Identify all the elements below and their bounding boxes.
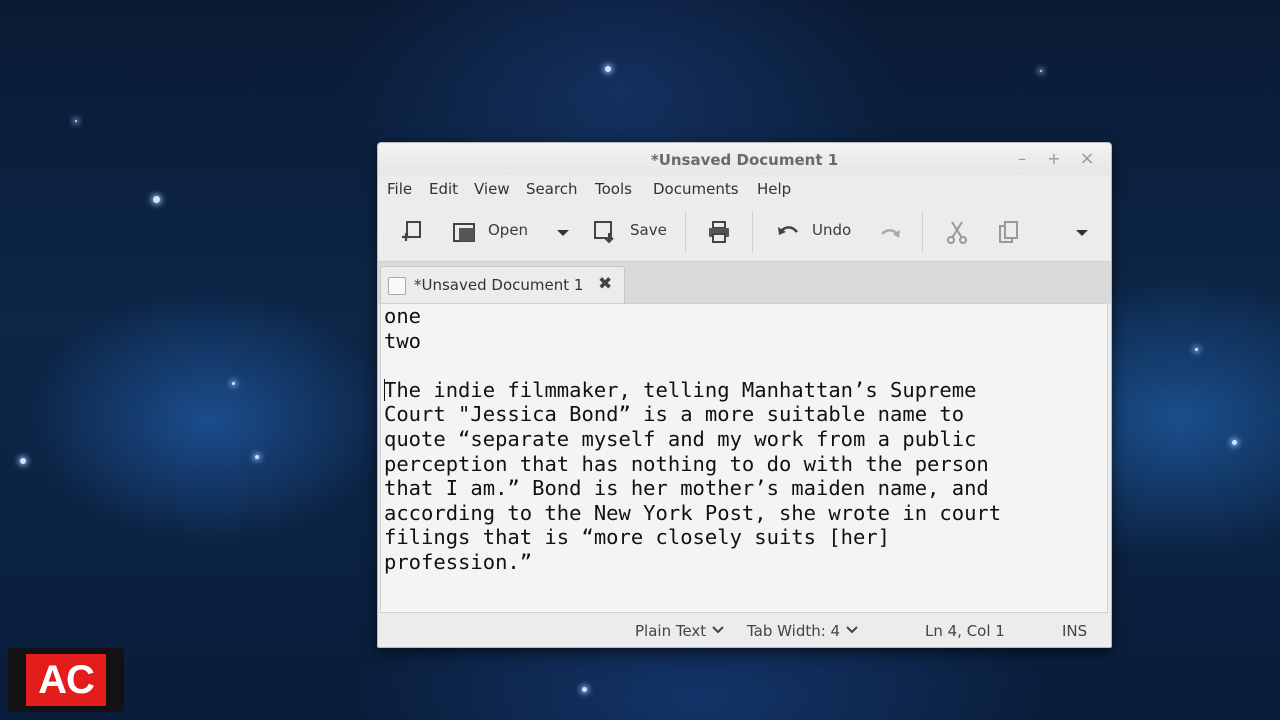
- text-editor-area[interactable]: one two The indie filmmaker, telling Man…: [380, 303, 1108, 613]
- editor-line: that I am.” Bond is her mother’s maiden …: [384, 476, 989, 501]
- menu-view[interactable]: View: [474, 180, 510, 198]
- editor-line-text: The indie filmmaker, telling Manhattan’s…: [384, 377, 977, 402]
- menu-tools[interactable]: Tools: [595, 180, 632, 198]
- editor-line: perception that has nothing to do with t…: [384, 451, 989, 476]
- chevron-down-icon: [846, 626, 858, 634]
- menu-file[interactable]: File: [387, 180, 412, 198]
- window-title: *Unsaved Document 1: [650, 151, 839, 169]
- editor-line: according to the New York Post, she wrot…: [384, 500, 1002, 525]
- chevron-down-icon[interactable]: [1069, 219, 1095, 245]
- toolbar: Open Save Undo: [378, 205, 1111, 259]
- star: [1232, 440, 1237, 445]
- editor-line: two: [384, 328, 422, 353]
- copy-icon[interactable]: [996, 219, 1022, 245]
- menu-search[interactable]: Search: [526, 180, 578, 198]
- title-bar[interactable]: *Unsaved Document 1 – + ×: [378, 143, 1111, 175]
- new-document-icon[interactable]: [399, 219, 425, 245]
- open-recent-dropdown-icon[interactable]: [550, 219, 576, 245]
- editor-line: one: [384, 304, 422, 328]
- text-editor-window: *Unsaved Document 1 – + × File Edit View…: [377, 142, 1112, 648]
- star: [582, 687, 587, 692]
- editor-line: quote “separate myself and my work from …: [384, 426, 977, 451]
- document-tab-strip: *Unsaved Document 1 ✖: [378, 261, 1111, 305]
- document-icon: [388, 277, 406, 295]
- star: [605, 66, 611, 72]
- open-folder-icon[interactable]: [451, 219, 477, 245]
- editor-line: filings that is “more closely suits [her…: [384, 525, 891, 550]
- menu-help[interactable]: Help: [757, 180, 791, 198]
- save-button[interactable]: Save: [630, 221, 667, 239]
- editor-line: Court "Jessica Bond” is a more suitable …: [384, 402, 965, 427]
- printer-icon[interactable]: [706, 219, 732, 245]
- menu-documents[interactable]: Documents: [653, 180, 739, 198]
- star: [75, 120, 77, 122]
- minimize-button[interactable]: –: [1012, 149, 1032, 169]
- menu-edit[interactable]: Edit: [429, 180, 458, 198]
- star: [232, 382, 235, 385]
- star: [255, 455, 259, 459]
- scissors-icon[interactable]: [944, 219, 970, 245]
- undo-icon[interactable]: [775, 219, 801, 245]
- editor-line-with-cursor: The indie filmmaker, telling Manhattan’s…: [384, 378, 1107, 403]
- toolbar-separator: [922, 211, 923, 253]
- menu-bar: File Edit View Search Tools Documents He…: [378, 175, 1111, 203]
- star: [1040, 70, 1042, 72]
- undo-button[interactable]: Undo: [812, 221, 851, 239]
- language-label: Plain Text: [635, 622, 707, 640]
- tab-label: *Unsaved Document 1: [414, 276, 584, 294]
- star: [153, 196, 160, 203]
- status-bar: Plain Text Tab Width: 4 Ln 4, Col 1 INS: [378, 617, 1111, 647]
- star: [1195, 348, 1198, 351]
- save-icon[interactable]: [592, 219, 618, 245]
- redo-icon[interactable]: [878, 219, 904, 245]
- chevron-down-icon: [712, 626, 724, 634]
- toolbar-separator: [752, 211, 753, 253]
- open-button[interactable]: Open: [488, 221, 528, 239]
- cursor-position: Ln 4, Col 1: [925, 622, 1005, 640]
- editor-line: profession.”: [384, 549, 533, 574]
- tab-width-label: Tab Width: 4: [747, 622, 841, 640]
- close-button[interactable]: ×: [1077, 149, 1097, 169]
- logo-text: AC: [26, 654, 106, 706]
- toolbar-separator: [685, 211, 686, 253]
- language-selector[interactable]: Plain Text: [635, 622, 725, 640]
- tab-unsaved-document-1[interactable]: *Unsaved Document 1 ✖: [380, 266, 625, 305]
- insert-mode-indicator[interactable]: INS: [1062, 622, 1087, 640]
- tab-width-selector[interactable]: Tab Width: 4: [747, 622, 859, 640]
- channel-logo: AC: [8, 648, 124, 712]
- star: [20, 458, 26, 464]
- tab-close-icon[interactable]: ✖: [598, 274, 612, 294]
- maximize-button[interactable]: +: [1044, 149, 1064, 169]
